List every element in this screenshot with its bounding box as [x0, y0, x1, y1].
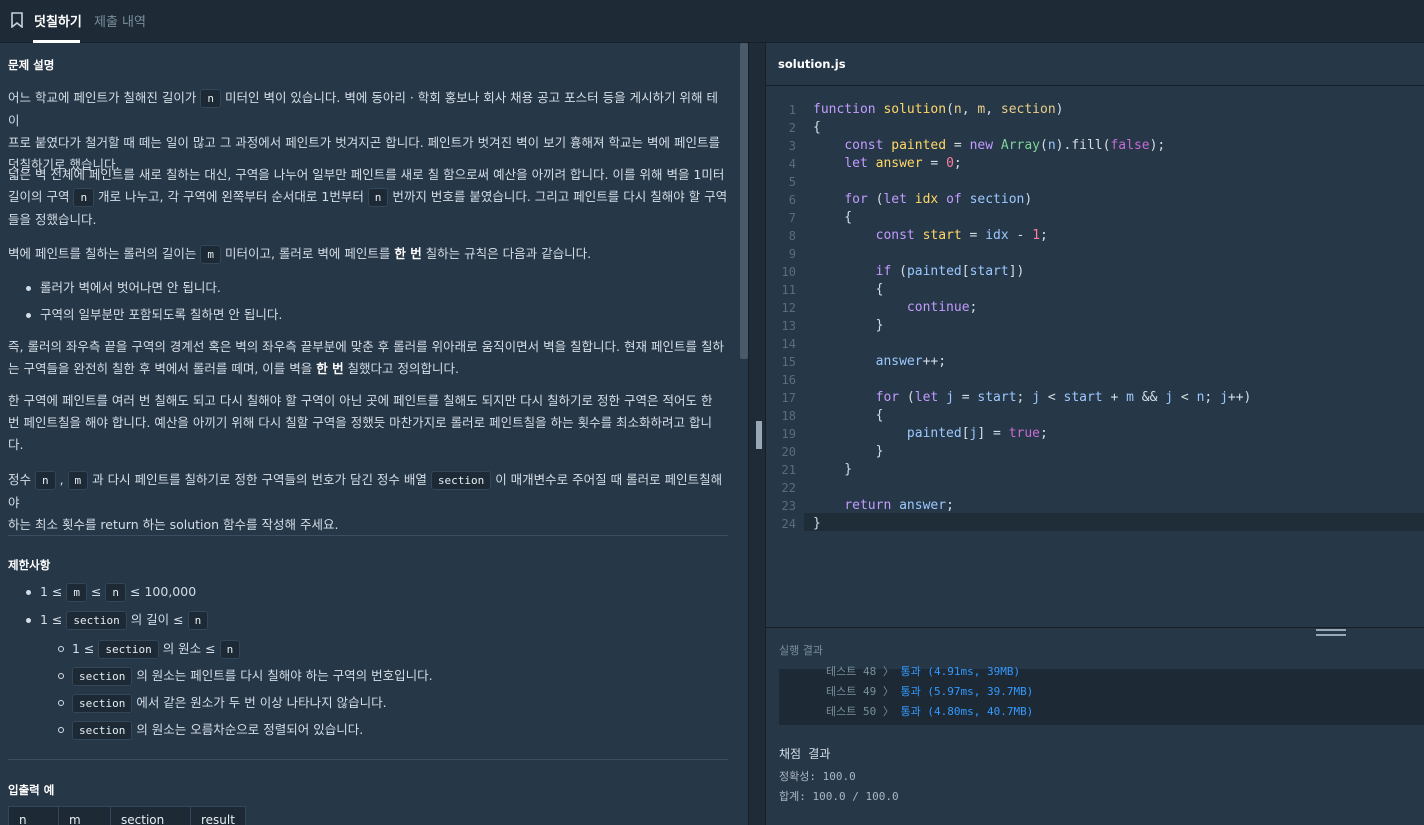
code-line: 23 return answer; [781, 498, 954, 513]
tab-submissions[interactable]: 제출 내역 [94, 11, 146, 30]
problem-heading: 문제 설명 [8, 58, 55, 72]
code-line: 5 [788, 175, 796, 189]
circle-bullet-icon [58, 646, 64, 652]
circle-bullet-icon [58, 673, 64, 679]
results-title: 실행 결과 [779, 644, 823, 657]
top-bar: 덧칠하기 제출 내역 [0, 0, 1424, 43]
code-editor[interactable]: 1 function solution(n, m, section) 2{ 3 c… [766, 87, 1424, 627]
problem-paragraph-3: 벽에 페인트를 칠하는 롤러의 길이는 m 미터이고, 롤러로 벽에 페인트를 … [8, 243, 728, 266]
inline-code: n [73, 188, 95, 207]
test-results-list: 테스트 48 〉 통과 (4.91ms, 39MB) 테스트 49 〉 통과 (… [779, 665, 1424, 725]
sub-constraint-3: section 에서 같은 원소가 두 번 이상 나타나지 않습니다. [58, 694, 387, 713]
bullet-icon [26, 286, 31, 291]
code-line: 10 if (painted[start]) [781, 264, 1025, 279]
problem-paragraph-6: 정수 n , m 과 다시 페인트를 칠하기로 정한 구역들의 번호가 담긴 정… [8, 471, 723, 532]
io-column-m: m [58, 806, 111, 825]
accuracy-score: 정확성: 100.0 [779, 770, 856, 783]
problem-paragraph-2: 넓은 벽 전체에 페인트를 새로 칠하는 대신, 구역을 나누어 일부만 페인트… [8, 167, 728, 227]
divider [8, 535, 728, 536]
list-item: 테스트 49 〉 통과 (5.97ms, 39.7MB) [826, 685, 1034, 698]
list-item: 테스트 48 〉 통과 (4.91ms, 39MB) [826, 665, 1021, 678]
code-line: 14 [781, 337, 796, 351]
inline-code: n [34, 471, 56, 490]
results-body: 테스트 48 〉 통과 (4.91ms, 39MB) 테스트 49 〉 통과 (… [766, 665, 1424, 825]
sub-constraint-4: section 의 원소는 오름차순으로 정렬되어 있습니다. [58, 721, 363, 740]
inline-code: n [219, 640, 241, 659]
circle-bullet-icon [58, 700, 64, 706]
inline-code: n [187, 611, 209, 630]
bullet-icon [26, 590, 31, 595]
code-line: 4 let answer = 0; [788, 156, 962, 171]
inline-code: m [66, 583, 87, 602]
code-line: 2{ [788, 120, 821, 135]
inline-code: section [98, 640, 159, 659]
code-line: 8 const start = idx - 1; [788, 228, 1048, 243]
sub-constraint-2: section 의 원소는 페인트를 다시 칠해야 하는 구역의 번호입니다. [58, 667, 433, 686]
constraint-1: 1 ≤ m ≤ n ≤ 100,000 [26, 583, 196, 602]
code-line: 16 [781, 373, 796, 387]
splitter-grip-icon[interactable] [756, 421, 762, 449]
inline-code: m [67, 471, 89, 490]
inline-code: n [105, 583, 127, 602]
bookmark-icon[interactable] [11, 12, 23, 28]
io-column-n: n [8, 806, 59, 825]
list-item: 구역의 일부분만 포함되도록 칠하면 안 됩니다. [26, 306, 282, 324]
code-line: 3 const painted = new Array(n).fill(fals… [788, 138, 1166, 153]
problem-paragraph-1: 어느 학교에 페인트가 칠해진 길이가 n 미터인 벽이 있습니다. 벽에 동아… [8, 89, 720, 172]
list-item: 롤러가 벽에서 벗어나면 안 됩니다. [26, 279, 221, 297]
inline-code: section [72, 667, 133, 686]
bullet-icon [26, 313, 31, 318]
problem-paragraph-4: 즉, 롤러의 좌우측 끝을 구역의 경계선 혹은 벽의 좌우측 끝부분에 맞춘 … [8, 339, 724, 376]
list-item: 테스트 50 〉 통과 (4.80ms, 40.7MB) [826, 705, 1034, 718]
grade-title: 채점 결과 [779, 747, 831, 761]
code-line: 17 for (let j = start; j < start + m && … [781, 390, 1252, 405]
io-column-section: section [110, 806, 191, 825]
io-heading: 입출력 예 [8, 783, 55, 797]
sub-constraint-1: 1 ≤ section 의 원소 ≤ n [58, 640, 241, 659]
file-tab-bar: solution.js [766, 43, 1424, 86]
circle-bullet-icon [58, 727, 64, 733]
problem-scrollbar[interactable] [740, 43, 748, 359]
tab-problem[interactable]: 덧칠하기 [34, 11, 82, 30]
inline-code: section [72, 694, 133, 713]
file-name-tab[interactable]: solution.js [778, 57, 846, 71]
inline-code: m [200, 245, 221, 264]
code-line: 6 for (let idx of section) [788, 192, 1033, 207]
problem-panel: 문제 설명 어느 학교에 페인트가 칠해진 길이가 n 미터인 벽이 있습니다.… [0, 43, 748, 825]
inline-code: section [72, 721, 133, 740]
problem-paragraph-5: 한 구역에 페인트를 여러 번 칠해도 되고 다시 칠해야 할 구역이 아닌 곳… [8, 393, 713, 452]
code-line: 7 { [788, 210, 853, 225]
code-line: 12 continue; [781, 300, 978, 315]
io-table: n m section result [8, 806, 246, 825]
inline-code: section [430, 471, 492, 490]
code-line: 1 function solution(n, m, section) [788, 102, 1064, 117]
code-line: 9 [788, 247, 796, 261]
constraint-2: 1 ≤ section 의 길이 ≤ n [26, 611, 209, 630]
code-line: 21 } [781, 462, 853, 477]
code-line: 18 { [781, 408, 884, 423]
inline-code: section [66, 611, 127, 630]
bullet-icon [26, 618, 31, 623]
code-line: 15 answer++; [781, 354, 947, 369]
code-line: 22 [781, 481, 796, 495]
code-line: 11 { [781, 282, 884, 297]
editor-panel: solution.js 1 function solution(n, m, sec… [766, 43, 1424, 825]
constraints-heading: 제한사항 [8, 558, 51, 572]
code-line: 19 painted[j] = true; [781, 426, 1048, 441]
results-resize-handle-icon[interactable] [1316, 629, 1346, 636]
code-line: 20 } [781, 444, 884, 459]
inline-code: n [200, 89, 221, 108]
io-column-result: result [190, 806, 246, 825]
code-line: 13 } [781, 318, 884, 333]
inline-code: n [367, 188, 389, 207]
total-score: 합계: 100.0 / 100.0 [779, 790, 899, 803]
code-line: 24} [781, 516, 821, 531]
divider [8, 759, 728, 760]
